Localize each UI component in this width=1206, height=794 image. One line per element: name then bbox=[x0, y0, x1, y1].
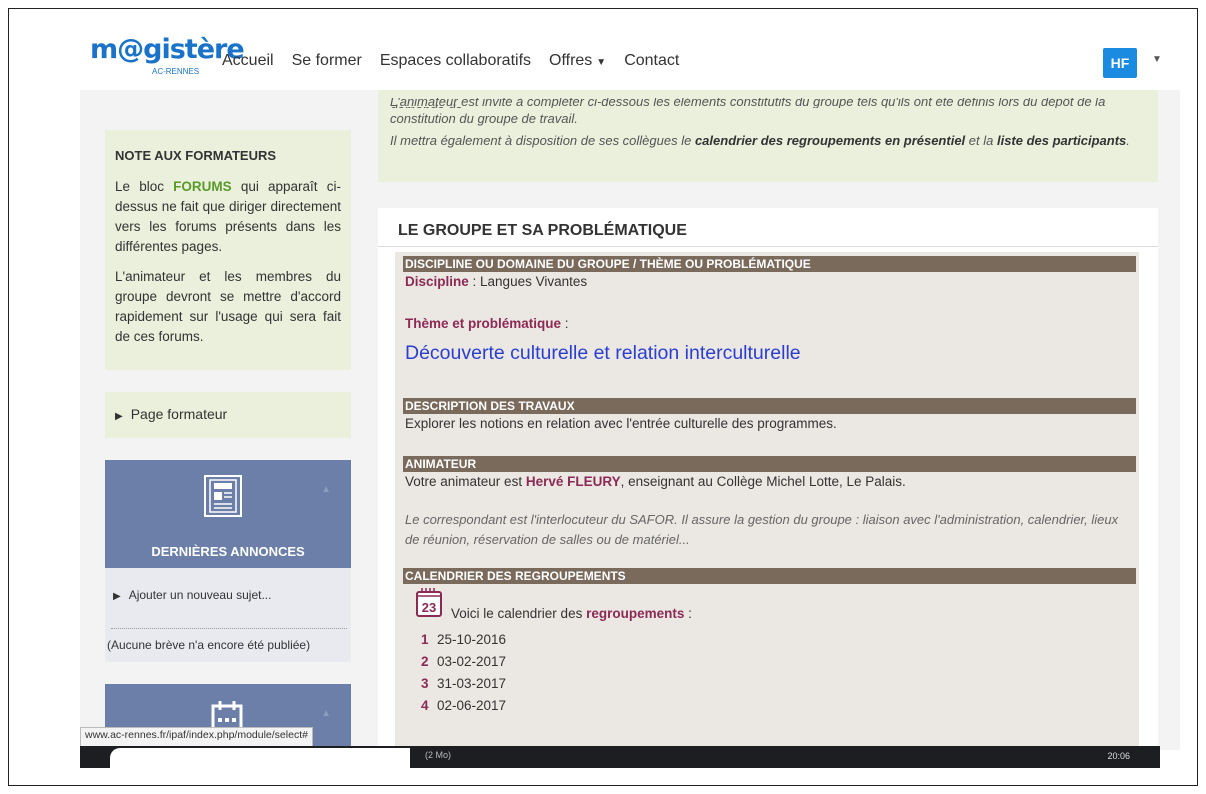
calendar-intro-suffix: : bbox=[684, 606, 692, 621]
calendar-intro-line: Voici le calendrier des regroupements : bbox=[451, 606, 692, 621]
theme-colon: : bbox=[561, 316, 569, 331]
date-value: 02-06-2017 bbox=[437, 698, 507, 713]
intro-line2-mid: et la bbox=[965, 133, 997, 148]
note-title: NOTE AUX FORMATEURS bbox=[115, 148, 277, 163]
section-header-discipline: DISCIPLINE OU DOMAINE DU GROUPE / THÈME … bbox=[403, 256, 1136, 272]
user-menu-caret-icon[interactable]: ▼ bbox=[1152, 54, 1162, 65]
animateur-prefix: Votre animateur est bbox=[405, 474, 526, 489]
discipline-line: Discipline : Langues Vivantes bbox=[405, 274, 587, 289]
section-header-description: DESCRIPTION DES TRAVAUX bbox=[403, 398, 1136, 414]
calendar-day-number: 23 bbox=[422, 600, 436, 615]
news-block-body: ▶ Ajouter un nouveau sujet... (Aucune brè… bbox=[105, 568, 351, 662]
taskbar-search[interactable] bbox=[110, 748, 410, 768]
page-formateur-link[interactable]: Page formateur bbox=[131, 406, 228, 422]
date-value: 31-03-2017 bbox=[437, 676, 507, 691]
section-header-animateur: ANIMATEUR bbox=[403, 456, 1136, 472]
nav-offres[interactable]: Offres ▼ bbox=[549, 52, 606, 70]
os-taskbar: (2 Mo) 20:06 bbox=[80, 746, 1160, 768]
theme-line: Thème et problématique : bbox=[405, 316, 569, 331]
date-number: 3 bbox=[421, 676, 429, 691]
theme-value: Découverte culturelle et relation interc… bbox=[405, 342, 801, 364]
status-bar-url: www.ac-rennes.fr/ipaf/index.php/module/s… bbox=[80, 727, 313, 747]
nav-offres-label: Offres bbox=[549, 52, 593, 69]
calendar-intro-prefix: Voici le calendrier des bbox=[451, 606, 587, 621]
news-empty-message: (Aucune brève n'a encore été publiée) bbox=[107, 638, 311, 652]
page-title: LE GROUPE ET SA PROBLÉMATIQUE bbox=[398, 222, 687, 239]
list-item: 2 03-02-2017 bbox=[421, 654, 506, 676]
news-block-header: ▲ DERNIÈRES ANNONCES bbox=[105, 460, 351, 568]
intro-line-1: constitution du groupe de travail. bbox=[390, 111, 578, 126]
calendar-day-icon: 23 bbox=[416, 588, 442, 617]
description-text: Explorer les notions en relation avec l'… bbox=[405, 416, 837, 431]
discipline-value: : Langues Vivantes bbox=[468, 274, 588, 289]
date-number: 4 bbox=[421, 698, 429, 713]
site-logo[interactable]: m@gistère AC-RENNES bbox=[90, 34, 245, 77]
list-item: 1 25-10-2016 bbox=[421, 632, 506, 654]
divider bbox=[378, 246, 1158, 247]
calendar-intro-bold: regroupements bbox=[586, 606, 685, 621]
note-formateurs-block: NOTE AUX FORMATEURS Le bloc FORUMS qui a… bbox=[105, 130, 351, 370]
list-item: 4 02-06-2017 bbox=[421, 698, 506, 720]
discipline-label: Discipline bbox=[405, 274, 469, 289]
intro-line2-calendar: calendrier des regroupements en présenti… bbox=[694, 133, 966, 148]
collapse-up-icon[interactable]: ▲ bbox=[321, 484, 331, 495]
collapse-up-icon[interactable]: ▲ bbox=[321, 708, 331, 719]
newspaper-icon bbox=[204, 475, 242, 517]
intro-line-2: Il mettra également à disposition de ses… bbox=[390, 130, 1146, 152]
note-paragraph-2: L'animateur et les membres du groupe dev… bbox=[115, 269, 341, 344]
theme-label: Thème et problématique bbox=[405, 316, 562, 331]
divider bbox=[111, 628, 347, 629]
intro-line2-participants: liste des participants bbox=[996, 133, 1127, 148]
top-navbar: m@gistère AC-RENNES Accueil Se former Es… bbox=[80, 28, 1180, 90]
taskbar-item[interactable]: (2 Mo) bbox=[425, 750, 451, 760]
intro-cut-line: L'animateur est invité à compléter ci-de… bbox=[390, 98, 1106, 108]
logo-subtitle: AC-RENNES bbox=[152, 67, 200, 76]
user-avatar[interactable]: HF bbox=[1103, 48, 1137, 78]
nav-contact[interactable]: Contact bbox=[624, 52, 679, 70]
dates-list: 1 25-10-2016 2 03-02-2017 3 31-03-2017 4 02-… bbox=[421, 632, 506, 720]
note-p1-prefix: Le bloc bbox=[115, 179, 174, 194]
animateur-suffix: , enseignant au Collège Michel Lotte, Le… bbox=[620, 474, 906, 489]
date-number: 1 bbox=[421, 632, 429, 647]
add-news-label: Ajouter un nouveau sujet... bbox=[128, 588, 272, 602]
nav-accueil[interactable]: Accueil bbox=[222, 52, 274, 70]
section-header-calendrier: CALENDRIER DES REGROUPEMENTS bbox=[403, 568, 1136, 584]
correspondant-note: Le correspondant est l'interlocuteur du … bbox=[405, 512, 1119, 547]
forums-link[interactable]: FORUMS bbox=[173, 179, 232, 194]
logo-text: m@gistère bbox=[90, 34, 245, 65]
nav-se-former[interactable]: Se former bbox=[292, 52, 362, 70]
news-block-title: DERNIÈRES ANNONCES bbox=[151, 544, 305, 559]
date-value: 25-10-2016 bbox=[437, 632, 507, 647]
note-paragraph-1: Le bloc FORUMS qui apparaît ci-dessus ne… bbox=[115, 177, 341, 257]
group-content-panel: DISCIPLINE OU DOMAINE DU GROUPE / THÈME … bbox=[395, 252, 1139, 752]
caret-down-icon: ▼ bbox=[596, 57, 607, 68]
triangle-right-icon: ▶ bbox=[115, 411, 123, 422]
triangle-right-icon: ▶ bbox=[113, 591, 121, 602]
add-news-link[interactable]: ▶ Ajouter un nouveau sujet... bbox=[113, 588, 271, 602]
list-item: 3 31-03-2017 bbox=[421, 676, 506, 698]
intro-line2-prefix: Il mettra également à disposition de ses… bbox=[390, 133, 695, 148]
group-main-panel: LE GROUPE ET SA PROBLÉMATIQUE DISCIPLINE… bbox=[378, 208, 1158, 753]
animateur-line: Votre animateur est Hervé FLEURY, enseig… bbox=[405, 474, 906, 489]
taskbar-clock: 20:06 bbox=[1107, 751, 1130, 761]
intro-line2-end: . bbox=[1126, 133, 1130, 148]
nav-links: Accueil Se former Espaces collaboratifs … bbox=[222, 52, 697, 70]
page-formateur-block[interactable]: ▶ Page formateur bbox=[105, 392, 351, 438]
nav-espaces-collaboratifs[interactable]: Espaces collaboratifs bbox=[380, 52, 531, 70]
date-value: 03-02-2017 bbox=[437, 654, 507, 669]
date-number: 2 bbox=[421, 654, 429, 669]
animateur-name: Hervé FLEURY bbox=[525, 474, 621, 489]
intro-instructions: L'animateur est invité à compléter ci-de… bbox=[378, 90, 1158, 182]
